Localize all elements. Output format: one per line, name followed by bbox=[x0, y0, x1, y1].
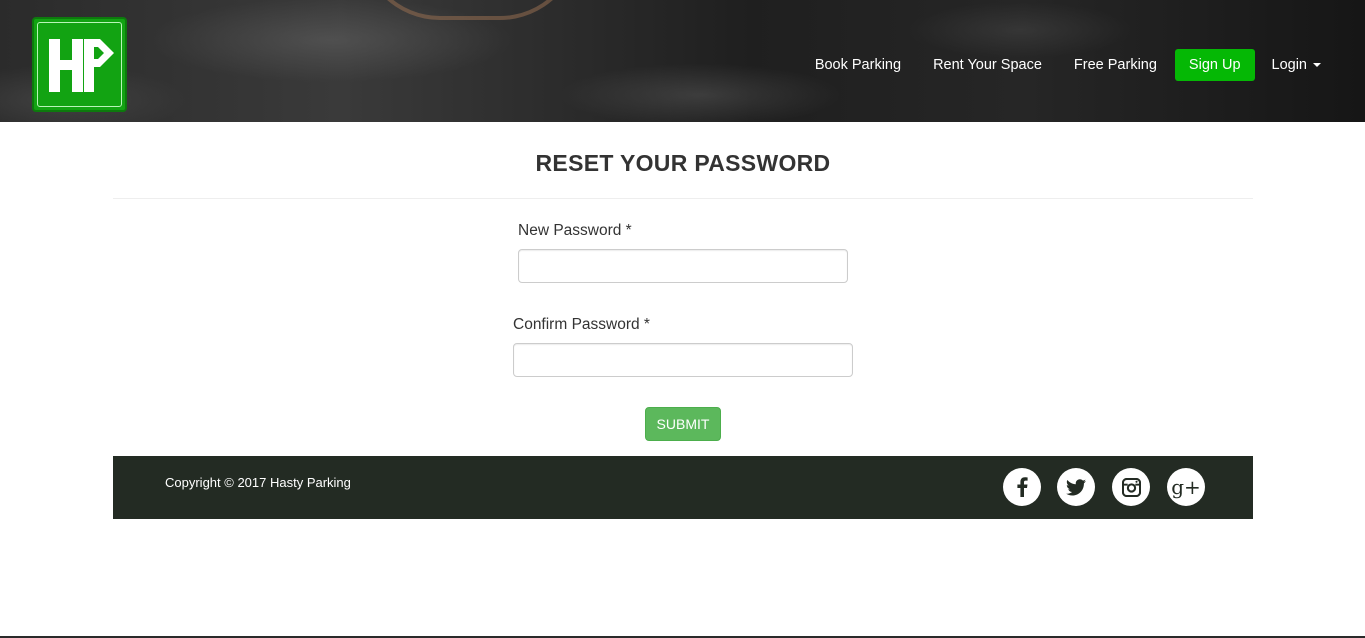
sign-up-button[interactable]: Sign Up bbox=[1174, 49, 1255, 81]
submit-button[interactable]: SUBMIT bbox=[645, 407, 721, 441]
instagram-icon[interactable] bbox=[1112, 468, 1150, 506]
google-plus-icon[interactable]: g+ bbox=[1167, 468, 1205, 506]
header-background-image bbox=[360, 0, 580, 20]
hp-logo-icon bbox=[49, 39, 114, 92]
google-plus-glyph: g+ bbox=[1171, 475, 1201, 499]
caret-down-icon bbox=[1313, 63, 1321, 67]
new-password-input[interactable] bbox=[518, 249, 848, 283]
confirm-password-label: Confirm Password * bbox=[513, 316, 650, 333]
login-dropdown[interactable]: Login bbox=[1272, 57, 1321, 73]
site-footer: Copyright © 2017 Hasty Parking g+ bbox=[113, 456, 1253, 519]
new-password-label: New Password * bbox=[518, 222, 632, 239]
main-nav: Book Parking Rent Your Space Free Parkin… bbox=[815, 49, 1321, 81]
nav-rent-your-space[interactable]: Rent Your Space bbox=[933, 57, 1042, 73]
facebook-icon[interactable] bbox=[1003, 468, 1041, 506]
nav-free-parking[interactable]: Free Parking bbox=[1074, 57, 1157, 73]
page-title: RESET YOUR PASSWORD bbox=[535, 150, 831, 176]
title-divider bbox=[113, 198, 1253, 199]
copyright-text: Copyright © 2017 Hasty Parking bbox=[165, 475, 351, 490]
nav-book-parking[interactable]: Book Parking bbox=[815, 57, 901, 73]
confirm-password-input[interactable] bbox=[513, 343, 853, 377]
login-label: Login bbox=[1271, 57, 1307, 73]
site-header: Book Parking Rent Your Space Free Parkin… bbox=[0, 0, 1365, 122]
twitter-icon[interactable] bbox=[1057, 468, 1095, 506]
logo[interactable] bbox=[32, 17, 127, 112]
